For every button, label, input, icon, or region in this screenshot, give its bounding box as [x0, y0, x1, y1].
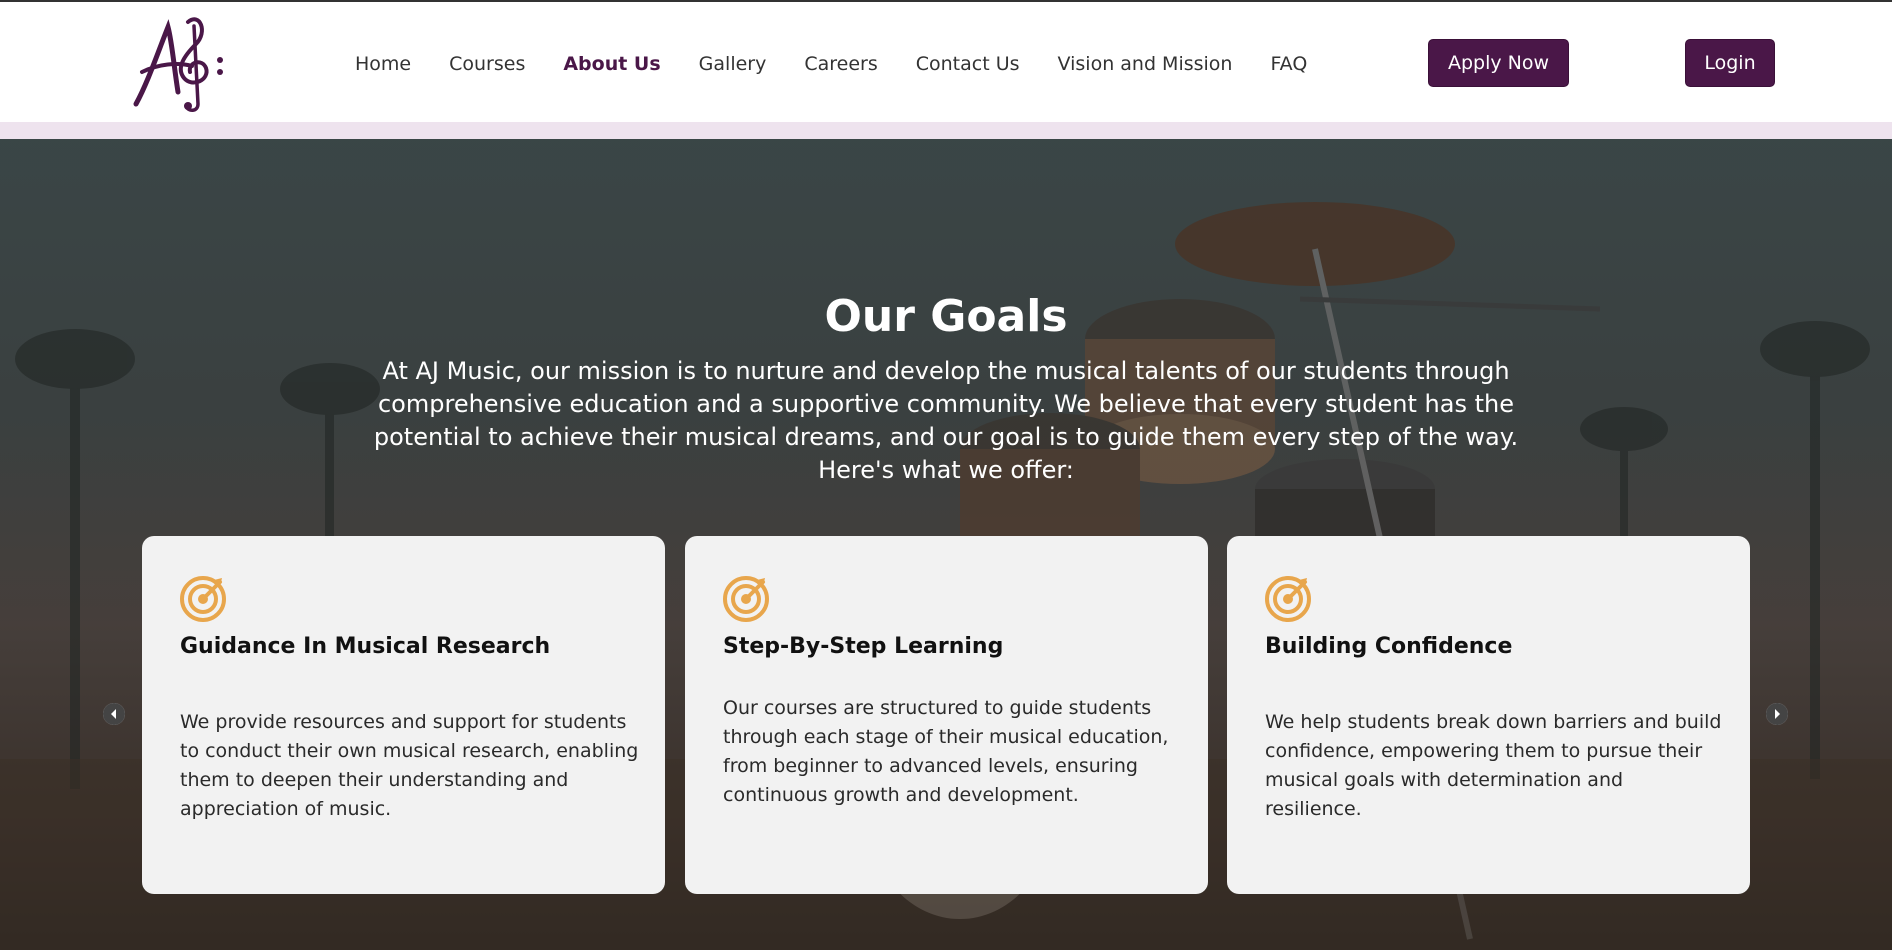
header-shadow: [0, 122, 1892, 139]
apply-now-button[interactable]: Apply Now: [1428, 39, 1569, 87]
goal-card: Step-By-Step Learning Our courses are st…: [685, 536, 1208, 894]
nav-contact-us[interactable]: Contact Us: [916, 50, 1020, 78]
nav-careers[interactable]: Careers: [804, 50, 877, 78]
nav-home[interactable]: Home: [355, 50, 411, 78]
target-arrow-icon: [1265, 576, 1311, 622]
target-arrow-icon: [723, 576, 769, 622]
card-text: We help students break down barriers and…: [1265, 711, 1722, 820]
aj-music-logo[interactable]: [128, 12, 228, 116]
hero-description: At AJ Music, our mission is to nurture a…: [373, 357, 1519, 484]
main-nav: Home Courses About Us Gallery Careers Co…: [355, 50, 1345, 78]
carousel-prev-button[interactable]: [103, 703, 125, 725]
site-header: Home Courses About Us Gallery Careers Co…: [0, 2, 1892, 122]
card-title: Building Confidence: [1265, 634, 1513, 659]
login-button[interactable]: Login: [1685, 39, 1775, 87]
card-text: We provide resources and support for stu…: [180, 711, 639, 820]
chevron-left-icon: [103, 703, 125, 725]
card-text: Our courses are structured to guide stud…: [723, 697, 1169, 806]
nav-courses[interactable]: Courses: [449, 50, 525, 78]
carousel-next-button[interactable]: [1766, 703, 1788, 725]
page-title: Our Goals: [824, 291, 1068, 342]
nav-vision-mission[interactable]: Vision and Mission: [1058, 50, 1233, 78]
nav-about-us[interactable]: About Us: [563, 50, 660, 78]
chevron-right-icon: [1766, 703, 1788, 725]
nav-gallery[interactable]: Gallery: [699, 50, 767, 78]
goal-card: Building Confidence We help students bre…: [1227, 536, 1750, 894]
card-title: Guidance In Musical Research: [180, 634, 551, 659]
nav-faq[interactable]: FAQ: [1270, 50, 1307, 78]
goal-card: Guidance In Musical Research We provide …: [142, 536, 665, 894]
card-title: Step-By-Step Learning: [723, 634, 1004, 659]
goals-hero: Our Goals At AJ Music, our mission is to…: [0, 139, 1892, 950]
target-arrow-icon: [180, 576, 226, 622]
